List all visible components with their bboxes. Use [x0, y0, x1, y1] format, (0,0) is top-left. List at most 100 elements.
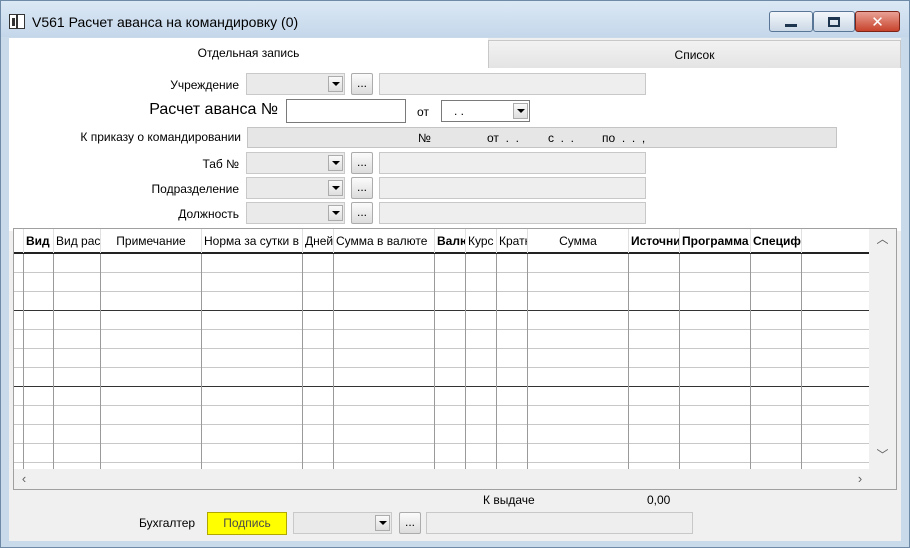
- table-row[interactable]: [14, 292, 870, 311]
- book-icon: [9, 14, 25, 29]
- advance-number-input[interactable]: [286, 99, 406, 123]
- column-divider: [201, 254, 202, 469]
- column-divider: [302, 254, 303, 469]
- chevron-up-icon[interactable]: ︿: [869, 229, 896, 249]
- expense-grid[interactable]: Вид Вид рас Примечание Норма за сутки в Дней…: [13, 228, 897, 490]
- department-name-field: [379, 177, 646, 199]
- column-header[interactable]: Источни: [629, 229, 680, 253]
- column-divider: [496, 254, 497, 469]
- horizontal-scrollbar[interactable]: ‹ ›: [14, 469, 896, 489]
- column-header[interactable]: Вид рас: [54, 229, 101, 253]
- table-row[interactable]: [14, 368, 870, 387]
- date-value: . .: [454, 104, 465, 118]
- minimize-icon: [785, 23, 797, 27]
- order-end-date: по . . ,: [602, 131, 646, 145]
- application-window: V561 Расчет аванса на командировку (0) ✕…: [0, 0, 910, 548]
- column-header[interactable]: Специф: [751, 229, 802, 253]
- column-divider: [527, 254, 528, 469]
- tab-number-lookup-button[interactable]: ...: [351, 152, 373, 174]
- institution-label: Учреждение: [170, 78, 239, 92]
- institution-name-field: [379, 73, 646, 95]
- maximize-icon: [828, 16, 840, 27]
- department-lookup-button[interactable]: ...: [351, 177, 373, 199]
- client-area: Отдельная запись Список Учреждение ... Р…: [9, 38, 901, 541]
- chevron-down-icon[interactable]: [328, 180, 343, 196]
- order-field[interactable]: № от . . с . . по . . ,: [247, 127, 837, 148]
- accountant-name-field: [426, 512, 693, 534]
- institution-combo[interactable]: [246, 73, 345, 95]
- chevron-down-icon[interactable]: ﹀: [869, 445, 896, 465]
- column-header[interactable]: Курс: [466, 229, 497, 253]
- column-header[interactable]: Вид: [24, 229, 54, 253]
- order-number-mark: №: [418, 131, 431, 145]
- column-divider: [465, 254, 466, 469]
- tab-label: Отдельная запись: [197, 46, 300, 60]
- from-label: от: [417, 105, 429, 119]
- column-divider: [333, 254, 334, 469]
- tab-number-combo[interactable]: [246, 152, 345, 174]
- employee-name-field: [379, 152, 646, 174]
- column-divider: [801, 254, 802, 469]
- table-row[interactable]: [14, 311, 870, 330]
- institution-lookup-button[interactable]: ...: [351, 73, 373, 95]
- column-header[interactable]: Дней: [303, 229, 334, 253]
- grid-header: Вид Вид рас Примечание Норма за сутки в Дней…: [14, 229, 870, 254]
- chevron-left-icon[interactable]: ‹: [14, 469, 34, 489]
- close-icon: ✕: [871, 13, 884, 31]
- column-header[interactable]: Норма за сутки в: [202, 229, 303, 253]
- vertical-scrollbar[interactable]: ︿ ﹀: [869, 229, 896, 469]
- position-combo[interactable]: [246, 202, 345, 224]
- chevron-down-icon[interactable]: [375, 515, 390, 531]
- position-name-field: [379, 202, 646, 224]
- table-row[interactable]: [14, 273, 870, 292]
- column-divider: [750, 254, 751, 469]
- accountant-lookup-button[interactable]: ...: [399, 512, 421, 534]
- column-divider: [434, 254, 435, 469]
- order-label: К приказу о командировании: [80, 130, 241, 144]
- tab-single-record[interactable]: Отдельная запись: [9, 38, 488, 68]
- chevron-down-icon[interactable]: [328, 155, 343, 171]
- column-header[interactable]: Программа: [680, 229, 751, 253]
- column-header[interactable]: Сумма: [528, 229, 629, 253]
- column-divider: [628, 254, 629, 469]
- position-label: Должность: [178, 207, 239, 221]
- table-row[interactable]: [14, 444, 870, 463]
- chevron-down-icon[interactable]: [513, 103, 528, 119]
- column-divider: [53, 254, 54, 469]
- chevron-right-icon[interactable]: ›: [850, 469, 870, 489]
- record-form: Учреждение ... Расчет аванса № от . . К …: [9, 68, 901, 231]
- column-header[interactable]: Кратн: [497, 229, 528, 253]
- accountant-combo[interactable]: [293, 512, 392, 534]
- close-button[interactable]: ✕: [855, 11, 900, 32]
- order-from-date: от . .: [487, 131, 519, 145]
- tab-number-label: Таб №: [202, 157, 239, 171]
- sign-button[interactable]: Подпись: [207, 512, 287, 535]
- payout-value: 0,00: [647, 493, 671, 507]
- row-selector-header: [14, 229, 24, 253]
- tab-list[interactable]: Список: [488, 40, 901, 68]
- minimize-button[interactable]: [769, 11, 813, 32]
- table-row[interactable]: [14, 330, 870, 349]
- title-bar[interactable]: V561 Расчет аванса на командировку (0) ✕: [1, 1, 909, 37]
- grid-body[interactable]: [14, 254, 870, 469]
- chevron-down-icon[interactable]: [328, 76, 343, 92]
- table-row[interactable]: [14, 387, 870, 406]
- accountant-label: Бухгалтер: [139, 516, 196, 530]
- department-combo[interactable]: [246, 177, 345, 199]
- column-header[interactable]: Примечание: [101, 229, 202, 253]
- table-row[interactable]: [14, 406, 870, 425]
- column-header[interactable]: Сумма в валюте: [334, 229, 435, 253]
- payout-label: К выдаче: [483, 493, 535, 507]
- grid-cells: Вид Вид рас Примечание Норма за сутки в Дней…: [14, 229, 870, 469]
- department-label: Подразделение: [151, 182, 239, 196]
- column-header[interactable]: Валю: [435, 229, 466, 253]
- column-divider: [679, 254, 680, 469]
- chevron-down-icon[interactable]: [328, 205, 343, 221]
- order-start-date: с . .: [548, 131, 575, 145]
- table-row[interactable]: [14, 254, 870, 273]
- date-picker[interactable]: . .: [441, 100, 530, 122]
- table-row[interactable]: [14, 349, 870, 368]
- maximize-button[interactable]: [813, 11, 855, 32]
- table-row[interactable]: [14, 425, 870, 444]
- position-lookup-button[interactable]: ...: [351, 202, 373, 224]
